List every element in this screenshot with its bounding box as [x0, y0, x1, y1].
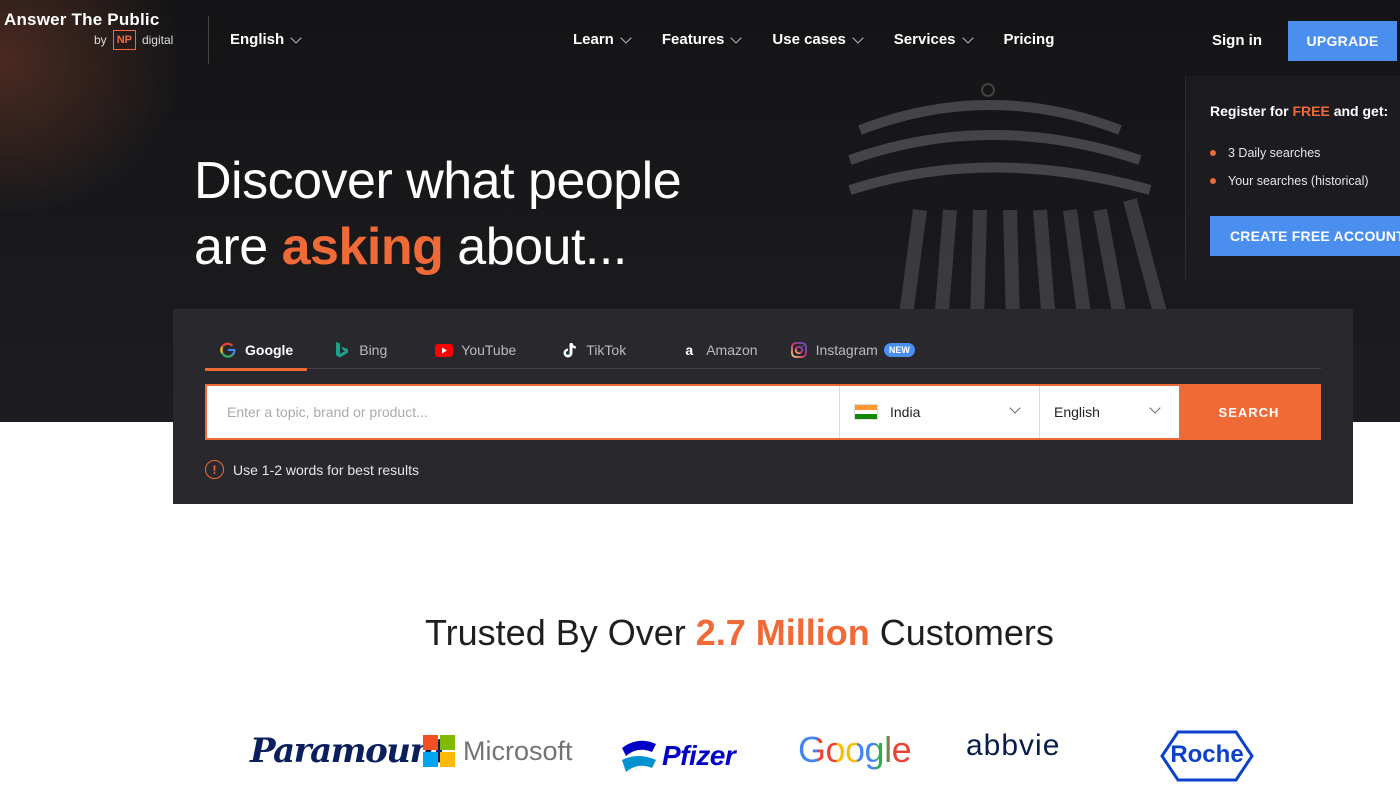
chevron-down-icon [852, 31, 864, 44]
create-free-account-button[interactable]: CREATE FREE ACCOUNT [1210, 216, 1400, 256]
register-title-pre: Register for [1210, 103, 1293, 119]
nav-label: Use cases [772, 31, 846, 48]
tab-label: YouTube [461, 342, 517, 358]
search-button[interactable]: SEARCH [1179, 386, 1319, 438]
roche-logo-text: Roche [1170, 741, 1244, 768]
youtube-icon [435, 341, 454, 359]
chevron-down-icon [1009, 402, 1021, 414]
tab-label: Bing [359, 342, 388, 358]
google-wordmark: Google [798, 729, 912, 770]
nav-label: Services [893, 31, 956, 48]
upgrade-button[interactable]: UPGRADE [1288, 21, 1397, 61]
trusted-pre: Trusted By Over [425, 612, 696, 653]
search-hint: ! Use 1-2 words for best results [205, 460, 419, 479]
register-title-free: FREE [1292, 103, 1330, 119]
site-logo[interactable]: Answer The Public [4, 10, 160, 30]
trusted-post: Customers [869, 612, 1054, 653]
language-select[interactable]: English [1039, 386, 1179, 438]
chevron-down-icon [290, 31, 302, 44]
microsoft-squares-icon [423, 735, 455, 767]
search-language-label: English [1054, 404, 1100, 420]
chevron-down-icon [1149, 402, 1161, 414]
tab-label: Amazon [706, 342, 758, 358]
chevron-down-icon [961, 31, 974, 44]
new-badge: NEW [883, 343, 915, 357]
logo-byline: by NP digital [94, 30, 173, 50]
bing-icon [333, 341, 351, 359]
nav-item-pricing[interactable]: Pricing [1004, 31, 1055, 48]
search-engine-tabs: Google Bing YouTube TikTok a Amazon Inst… [205, 331, 1321, 371]
language-selector[interactable]: English [230, 31, 302, 48]
register-benefits: 3 Daily searches Your searches (historic… [1210, 146, 1369, 202]
sign-in-link[interactable]: Sign in [1212, 32, 1262, 49]
trusted-heading: Trusted By Over 2.7 Million Customers [425, 612, 1054, 654]
country-select[interactable]: India [839, 386, 1039, 438]
tab-youtube[interactable]: YouTube [421, 331, 530, 369]
tab-google[interactable]: Google [205, 331, 308, 371]
logo-digital-text: digital [141, 33, 174, 47]
roche-logo: Roche [1160, 730, 1254, 782]
tab-bing[interactable]: Bing [319, 331, 401, 369]
headline-line1: Discover what people [194, 152, 682, 210]
list-item: 3 Daily searches [1210, 146, 1369, 160]
pfizer-logo-text: Pfizer [662, 740, 736, 771]
pfizer-logo: Pfizer [618, 734, 736, 778]
search-panel: Google Bing YouTube TikTok a Amazon Inst… [173, 309, 1353, 504]
google-logo-text: Google [798, 729, 912, 771]
bullet-icon [1210, 150, 1216, 156]
benefit-label: Your searches (historical) [1228, 174, 1369, 188]
paramount-logo: Paramount [250, 731, 448, 771]
nav-label: Learn [573, 31, 614, 48]
pfizer-helix-icon [622, 740, 656, 772]
register-title: Register for FREE and get: [1210, 103, 1388, 119]
tab-label: Instagram [815, 342, 878, 358]
india-flag-icon [854, 404, 878, 420]
customer-logos: Paramount Microsoft Pfizer Google abbvie… [250, 725, 1260, 785]
search-input[interactable] [207, 386, 839, 438]
tab-amazon[interactable]: a Amazon [666, 331, 771, 369]
search-bar: India English SEARCH [205, 384, 1321, 440]
bullet-icon [1210, 178, 1216, 184]
microsoft-logo: Microsoft [423, 735, 573, 767]
language-label: English [230, 31, 285, 48]
nav-label: Features [661, 31, 725, 48]
tab-tiktok[interactable]: TikTok [546, 331, 640, 369]
header-divider [208, 16, 209, 64]
paramount-logo-text: Paramount [250, 731, 448, 771]
nav-item-learn[interactable]: Learn [573, 31, 632, 48]
register-title-post: and get: [1329, 103, 1389, 119]
nav-item-features[interactable]: Features [661, 31, 743, 48]
tab-instagram[interactable]: Instagram NEW [776, 331, 929, 369]
nav-item-services[interactable]: Services [893, 31, 974, 48]
nav-label: Pricing [1003, 31, 1055, 48]
hint-text: Use 1-2 words for best results [233, 461, 419, 478]
instagram-icon [790, 341, 808, 359]
list-item: Your searches (historical) [1210, 174, 1369, 188]
main-nav: Learn Features Use cases Services Pricin… [573, 31, 1054, 48]
chevron-down-icon [620, 31, 632, 44]
tiktok-icon [560, 341, 578, 359]
google-icon [219, 341, 237, 359]
abbvie-logo-text: abbvie [966, 729, 1061, 762]
np-logo-mark: NP [112, 30, 136, 50]
microsoft-logo-text: Microsoft [463, 735, 573, 766]
trusted-accent: 2.7 Million [695, 612, 870, 653]
headline-line2-post: about... [443, 218, 627, 276]
amazon-icon: a [685, 342, 694, 358]
info-icon: ! [205, 460, 224, 479]
country-label: India [890, 404, 921, 420]
hero-headline: Discover what people are asking about... [194, 148, 682, 280]
tab-label: TikTok [586, 342, 627, 358]
nav-item-use-cases[interactable]: Use cases [772, 31, 864, 48]
chevron-down-icon [730, 31, 743, 44]
google-logo: Google [798, 729, 912, 771]
tab-label: Google [245, 342, 294, 358]
logo-title: Answer The Public [4, 10, 160, 29]
benefit-label: 3 Daily searches [1228, 146, 1321, 160]
abbvie-logo: abbvie [966, 729, 1060, 763]
logo-by-text: by [94, 33, 107, 47]
register-panel: Register for FREE and get: 3 Daily searc… [1185, 76, 1400, 280]
headline-line2-pre: are [194, 218, 282, 276]
headline-accent: asking [281, 218, 444, 276]
